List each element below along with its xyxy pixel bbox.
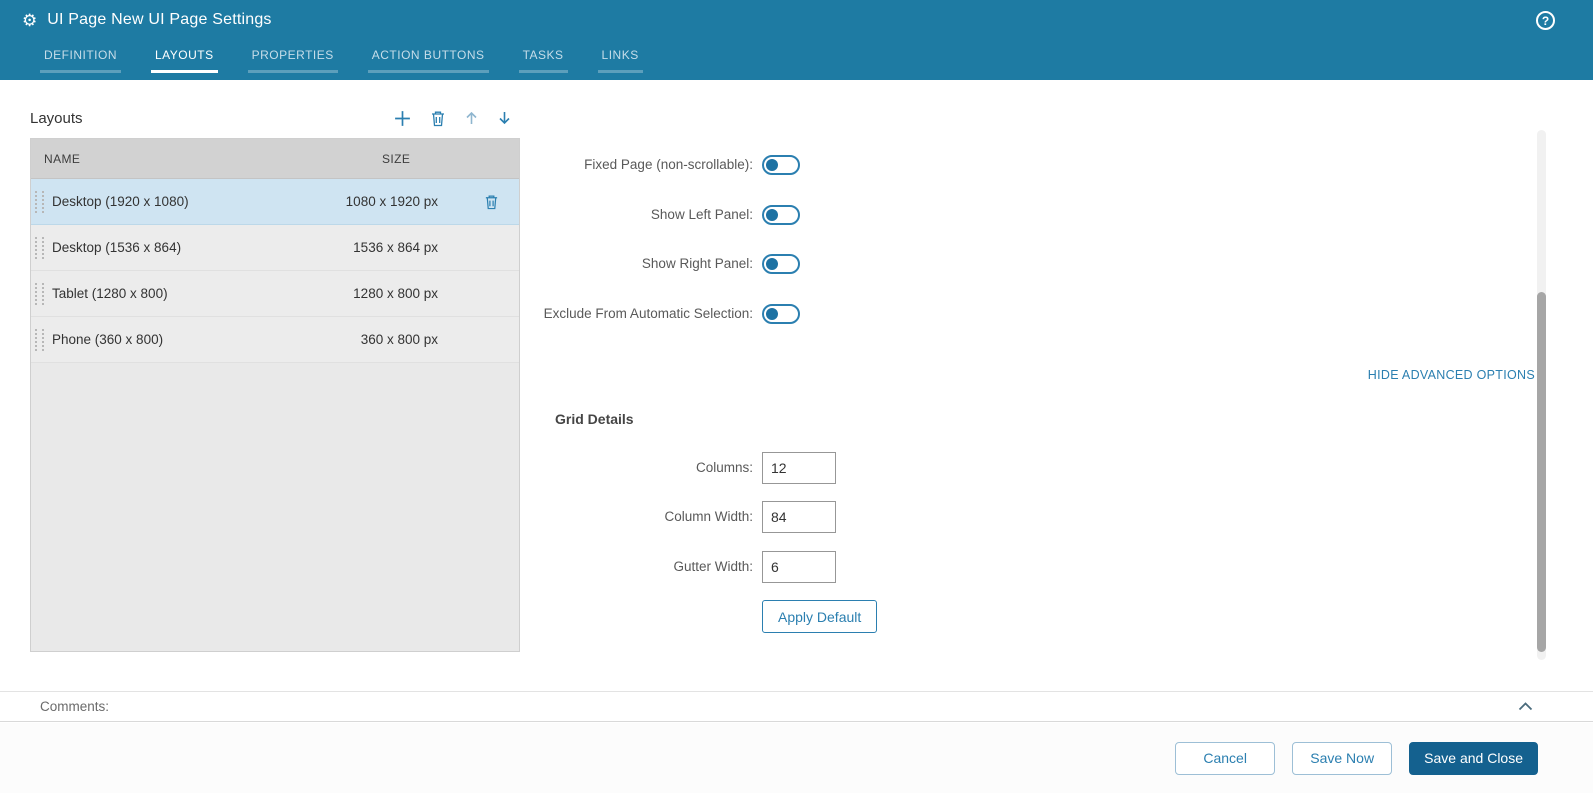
move-up-icon[interactable] [464,110,479,126]
layouts-panel: Layouts NAME SIZE Desktop (1920 x 1080) … [30,104,520,652]
exclude-automatic-label: Exclude From Automatic Selection: [543,306,753,321]
column-width-input[interactable] [762,501,836,533]
row-trash-icon[interactable] [463,194,519,210]
show-right-panel-label: Show Right Panel: [641,256,753,271]
layout-size: 1536 x 864 px [353,240,438,255]
drag-handle-icon[interactable] [35,236,44,259]
toggle-knob [766,209,778,222]
move-down-icon[interactable] [497,110,512,126]
table-row[interactable]: Desktop (1536 x 864) 1536 x 864 px [31,225,519,271]
footer-actions: Cancel Save Now Save and Close [0,723,1593,793]
gutter-width-label: Gutter Width: [673,558,753,574]
show-left-panel-toggle[interactable] [762,205,800,226]
hide-advanced-options-link[interactable]: HIDE ADVANCED OPTIONS [1368,368,1535,382]
drag-handle-icon[interactable] [35,190,44,213]
form-row-fixed-page: Fixed Page (non-scrollable): [533,155,800,176]
layout-name: Desktop (1920 x 1080) [52,194,189,209]
grid-details-title: Grid Details [555,411,634,427]
cancel-button[interactable]: Cancel [1175,741,1276,775]
scrollbar-thumb[interactable] [1537,292,1546,652]
toggle-knob [766,159,778,172]
layouts-table-header: NAME SIZE [31,139,519,179]
tab-tasks[interactable]: TASKS [518,48,568,73]
layouts-title: Layouts [30,109,83,127]
form-row-exclude-automatic: Exclude From Automatic Selection: [533,304,800,325]
help-icon[interactable]: ? [1536,11,1555,30]
columns-label: Columns: [695,459,753,475]
fixed-page-toggle[interactable] [762,155,800,176]
drag-handle-icon[interactable] [35,282,44,305]
layout-name: Phone (360 x 800) [52,332,164,347]
table-row[interactable]: Phone (360 x 800) 360 x 800 px [31,317,519,363]
toggle-knob [766,258,778,271]
tab-properties[interactable]: PROPERTIES [247,48,338,73]
toggle-knob [766,308,778,320]
table-row[interactable]: Desktop (1920 x 1080) 1080 x 1920 px [31,179,519,225]
tab-action-buttons[interactable]: ACTION BUTTONS [367,48,489,73]
form-row-show-left-panel: Show Left Panel: [533,205,800,226]
apply-default-button[interactable]: Apply Default [762,600,878,633]
scrollbar-track[interactable] [1537,130,1546,660]
layout-size: 360 x 800 px [360,332,438,347]
header: ⚙ UI Page New UI Page Settings ? DEFINIT… [0,0,1593,80]
layouts-panel-header: Layouts [30,104,520,132]
fixed-page-label: Fixed Page (non-scrollable): [584,157,753,172]
layout-size: 1280 x 800 px [353,286,438,301]
layout-size: 1080 x 1920 px [345,194,438,209]
chevron-up-icon[interactable] [1518,702,1533,711]
show-right-panel-toggle[interactable] [762,254,800,275]
delete-layout-icon[interactable] [430,110,446,127]
comments-section: Comments: [0,691,1593,722]
save-now-button[interactable]: Save Now [1292,741,1393,775]
title-row: ⚙ UI Page New UI Page Settings [0,0,1593,29]
layout-name: Tablet (1280 x 800) [52,286,168,301]
column-width-label: Column Width: [664,508,753,524]
gear-icon: ⚙ [22,10,38,30]
tab-layouts[interactable]: LAYOUTS [151,48,218,73]
layouts-toolbar [393,109,520,128]
tab-definition[interactable]: DEFINITION [40,48,121,73]
column-header-name: NAME [44,151,81,166]
ui-page-settings-window: ⚙ UI Page New UI Page Settings ? DEFINIT… [0,0,1593,793]
page-title: UI Page New UI Page Settings [47,11,272,28]
exclude-automatic-toggle[interactable] [762,304,800,324]
layouts-table: NAME SIZE Desktop (1920 x 1080) 1080 x 1… [30,138,520,652]
show-left-panel-label: Show Left Panel: [650,207,753,222]
tab-bar: DEFINITION LAYOUTS PROPERTIES ACTION BUT… [40,48,643,73]
add-layout-icon[interactable] [393,109,412,128]
column-header-size: SIZE [382,151,411,166]
gutter-width-input[interactable] [762,551,836,583]
form-row-columns: Columns: [533,452,836,484]
form-row-column-width: Column Width: [533,501,836,533]
form-row-gutter-width: Gutter Width: [533,551,836,583]
form-row-show-right-panel: Show Right Panel: [533,254,800,275]
comments-label: Comments: [40,699,110,714]
drag-handle-icon[interactable] [35,328,44,351]
save-and-close-button[interactable]: Save and Close [1409,741,1538,775]
columns-input[interactable] [762,452,836,484]
layout-name: Desktop (1536 x 864) [52,240,182,255]
tab-links[interactable]: LINKS [597,48,643,73]
table-row[interactable]: Tablet (1280 x 800) 1280 x 800 px [31,271,519,317]
